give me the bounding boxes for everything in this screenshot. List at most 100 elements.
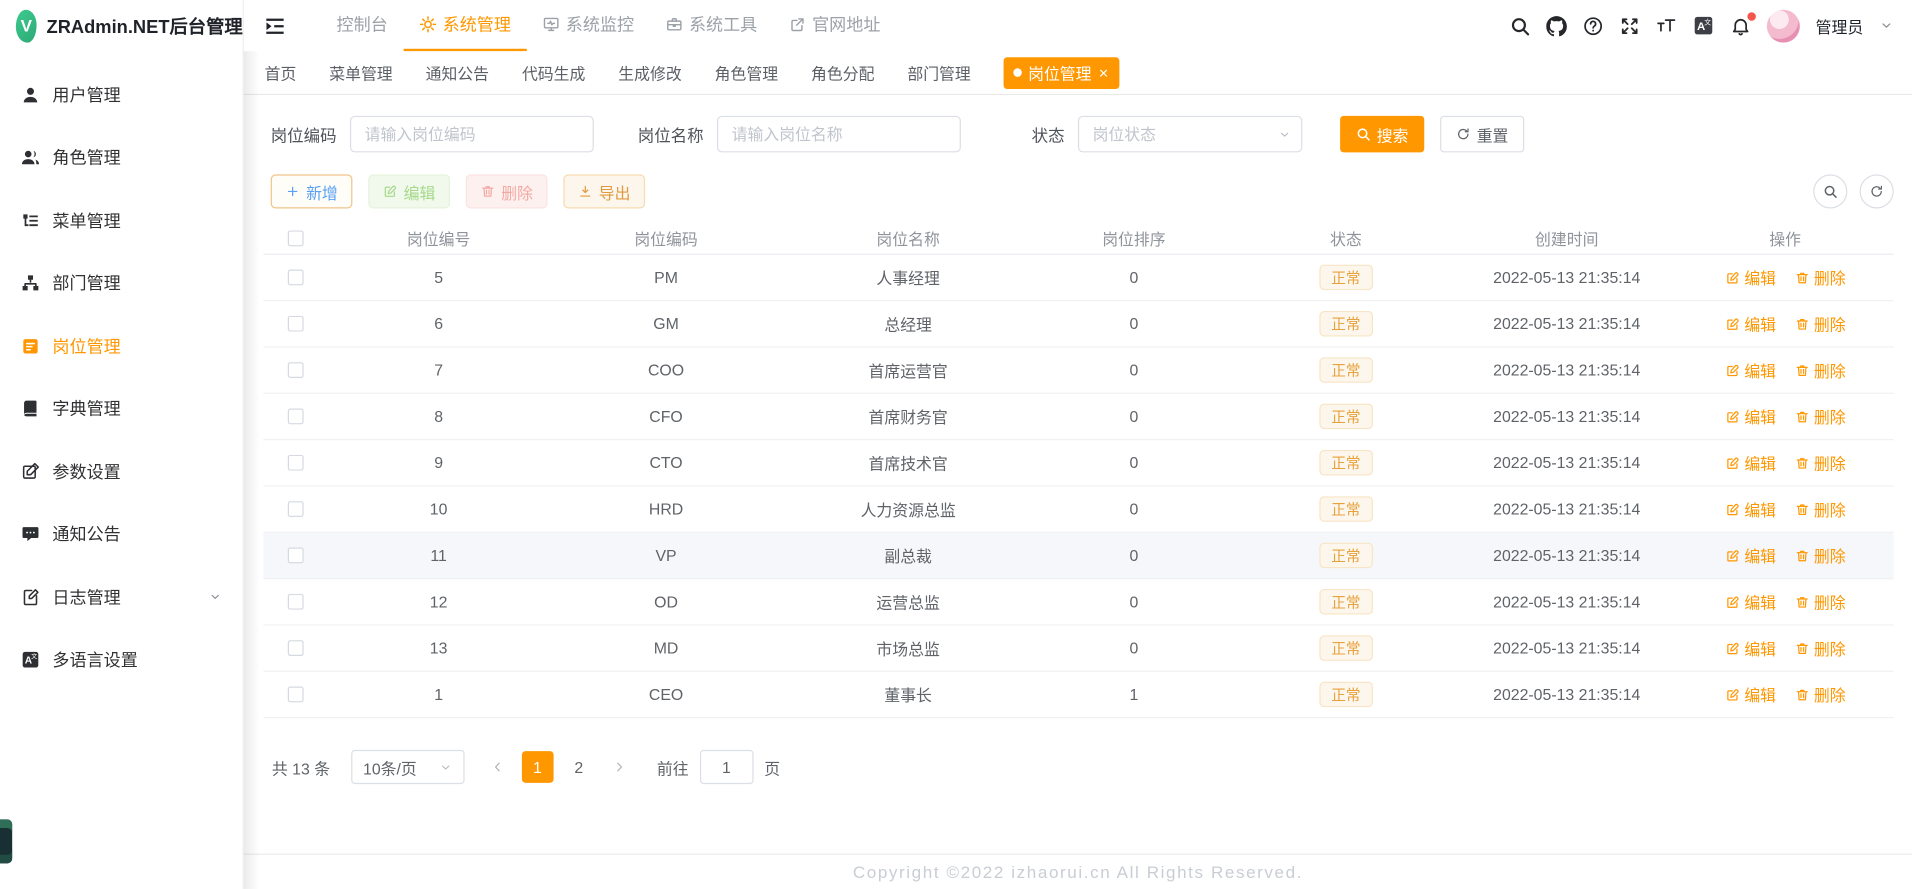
status-select-input[interactable] (1077, 115, 1303, 153)
row-delete-button[interactable]: 删除 (1794, 405, 1846, 428)
sidebar-item-log[interactable]: 日志管理 (0, 566, 243, 629)
tab-codegen[interactable]: 代码生成 (522, 61, 585, 84)
row-delete-button[interactable]: 删除 (1794, 683, 1846, 706)
reset-button[interactable]: 重置 (1440, 115, 1525, 153)
add-button[interactable]: 新增 (270, 174, 353, 209)
tab-menu[interactable]: 菜单管理 (329, 61, 392, 84)
row-delete-button[interactable]: 删除 (1794, 359, 1846, 382)
table-row[interactable]: 5 PM 人事经理 0 正常 2022-05-13 21:35:14 编辑 删除 (263, 255, 1894, 302)
row-edit-button[interactable]: 编辑 (1725, 498, 1776, 521)
select-all-checkbox[interactable] (288, 230, 304, 247)
row-checkbox[interactable] (288, 269, 304, 286)
row-checkbox[interactable] (288, 593, 304, 610)
row-edit-button[interactable]: 编辑 (1725, 451, 1776, 474)
export-button[interactable]: 导出 (563, 174, 646, 209)
user-name[interactable]: 管理员 (1816, 14, 1864, 37)
tab-home[interactable]: 首页 (265, 61, 297, 84)
table-row[interactable]: 6 GM 总经理 0 正常 2022-05-13 21:35:14 编辑 删除 (263, 301, 1894, 348)
page-number-button[interactable]: 2 (563, 751, 595, 783)
top-menu-item-console[interactable]: 控制台 (321, 0, 404, 51)
top-menu-item-monitor[interactable]: 系统监控 (527, 0, 650, 51)
sidebar-item-menu[interactable]: 菜单管理 (0, 189, 243, 252)
language-icon[interactable]: A文 (1692, 15, 1714, 37)
tab-close-icon[interactable] (1098, 66, 1110, 78)
search-button[interactable]: 搜索 (1340, 115, 1425, 153)
row-checkbox[interactable] (288, 454, 304, 471)
toggle-search-button[interactable] (1813, 174, 1848, 209)
sidebar-item-role[interactable]: 角色管理 (0, 126, 243, 189)
row-delete-button[interactable]: 删除 (1794, 498, 1846, 521)
sidebar-item-notice[interactable]: 通知公告 (0, 503, 243, 566)
row-edit-button[interactable]: 编辑 (1725, 266, 1776, 289)
top-menu-item-system[interactable]: 系统管理 (403, 0, 527, 52)
help-icon[interactable] (1583, 15, 1604, 36)
tab-dept[interactable]: 部门管理 (907, 61, 970, 84)
table-row[interactable]: 9 CTO 首席技术官 0 正常 2022-05-13 21:35:14 编辑 删除 (263, 440, 1894, 487)
table-row[interactable]: 8 CFO 首席财务官 0 正常 2022-05-13 21:35:14 编辑 删除 (263, 394, 1894, 441)
page-size-select[interactable]: 10条/页 (350, 749, 465, 785)
chevron-down-icon[interactable] (1879, 18, 1894, 33)
sidebar-item-dict[interactable]: 字典管理 (0, 377, 243, 440)
row-delete-button[interactable]: 删除 (1794, 451, 1846, 474)
filter-group-post-code: 岗位编码 (271, 115, 594, 153)
row-edit-button[interactable]: 编辑 (1725, 683, 1776, 706)
delete-button[interactable]: 删除 (465, 174, 548, 209)
collapsed-widget[interactable] (0, 819, 13, 864)
row-edit-button[interactable]: 编辑 (1725, 637, 1776, 660)
tab-notice[interactable]: 通知公告 (426, 61, 489, 84)
sidebar-item-post[interactable]: 岗位管理 (0, 315, 243, 378)
status-select[interactable] (1077, 115, 1303, 153)
prev-page-button[interactable] (481, 750, 513, 784)
page-number-button[interactable]: 1 (521, 751, 554, 783)
row-edit-button[interactable]: 编辑 (1725, 544, 1776, 567)
user-avatar[interactable] (1766, 9, 1800, 43)
row-delete-button[interactable]: 删除 (1794, 312, 1846, 335)
edit-button[interactable]: 编辑 (368, 174, 450, 209)
notification-bell[interactable] (1730, 11, 1756, 36)
table-row[interactable]: 12 OD 运营总监 0 正常 2022-05-13 21:35:14 编辑 删除 (263, 579, 1894, 626)
row-checkbox[interactable] (288, 640, 304, 657)
search-icon[interactable] (1510, 15, 1531, 36)
row-checkbox[interactable] (288, 686, 304, 703)
post-name-input[interactable] (717, 115, 961, 153)
github-icon[interactable] (1546, 15, 1567, 36)
refresh-table-button[interactable] (1859, 174, 1894, 209)
row-edit-button[interactable]: 编辑 (1725, 312, 1776, 335)
row-checkbox[interactable] (288, 547, 304, 564)
row-checkbox[interactable] (288, 408, 304, 425)
next-page-button[interactable] (603, 750, 635, 784)
row-delete-button[interactable]: 删除 (1794, 544, 1846, 567)
row-delete-button[interactable]: 删除 (1794, 590, 1846, 613)
table-row[interactable]: 10 HRD 人力资源总监 0 正常 2022-05-13 21:35:14 编辑 删除 (263, 487, 1894, 533)
font-size-icon[interactable] (1656, 15, 1677, 36)
tabbar: 首页 菜单管理 通知公告 代码生成 生成修改 角色管理 角色分配 部门管理 岗位管理 (243, 51, 1912, 96)
sidebar-item-user[interactable]: 用户管理 (0, 63, 243, 126)
org-tree-icon (21, 273, 41, 293)
row-edit-button[interactable]: 编辑 (1725, 405, 1776, 428)
row-edit-button[interactable]: 编辑 (1725, 359, 1776, 382)
app-logo[interactable]: V ZRAdmin.NET后台管理 (0, 0, 243, 51)
row-edit-button[interactable]: 编辑 (1725, 590, 1776, 613)
sidebar-item-param[interactable]: 参数设置 (0, 440, 243, 503)
fullscreen-icon[interactable] (1619, 15, 1640, 36)
table-row[interactable]: 7 COO 首席运营官 0 正常 2022-05-13 21:35:14 编辑 删除 (263, 348, 1894, 394)
row-delete-button[interactable]: 删除 (1794, 266, 1846, 289)
post-code-input[interactable] (349, 115, 594, 153)
tab-role[interactable]: 角色管理 (715, 61, 778, 84)
sidebar-collapse-button[interactable] (263, 14, 286, 37)
row-checkbox[interactable] (288, 315, 304, 332)
top-menu-item-tool[interactable]: 系统工具 (650, 0, 773, 51)
row-checkbox[interactable] (288, 501, 304, 518)
sidebar-item-dept[interactable]: 部门管理 (0, 252, 243, 315)
table-row[interactable]: 1 CEO 董事长 1 正常 2022-05-13 21:35:14 编辑 删除 (263, 672, 1894, 719)
table-row[interactable]: 13 MD 市场总监 0 正常 2022-05-13 21:35:14 编辑 删除 (263, 626, 1894, 672)
tab-genedit[interactable]: 生成修改 (618, 61, 681, 84)
tab-post[interactable]: 岗位管理 (1003, 56, 1120, 89)
tab-roleassign[interactable]: 角色分配 (811, 61, 874, 84)
row-checkbox[interactable] (288, 362, 304, 379)
row-delete-button[interactable]: 删除 (1794, 637, 1846, 660)
table-row[interactable]: 11 VP 副总裁 0 正常 2022-05-13 21:35:14 编辑 删除 (263, 532, 1894, 580)
goto-page-input[interactable] (699, 749, 754, 785)
top-menu-item-site[interactable]: 官网地址 (773, 0, 896, 51)
sidebar-item-i18n[interactable]: A 文多语言设置 (0, 629, 243, 692)
